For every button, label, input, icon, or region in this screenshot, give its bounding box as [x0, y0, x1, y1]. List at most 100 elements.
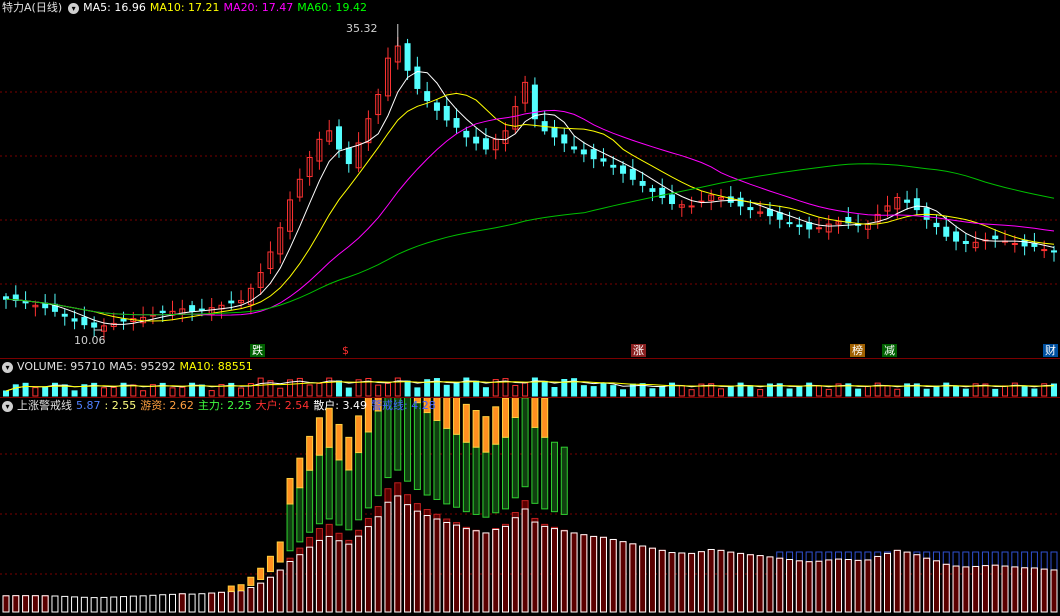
candle[interactable] [678, 200, 685, 217]
candle[interactable] [336, 119, 343, 158]
candle[interactable] [512, 95, 519, 134]
candle[interactable] [953, 225, 960, 251]
indicator-bar [903, 551, 911, 613]
candle[interactable] [443, 96, 450, 127]
candle[interactable] [913, 188, 920, 216]
candle[interactable] [904, 190, 911, 210]
candle[interactable] [561, 128, 568, 153]
youzi-label: 游资: 2.62 [140, 399, 194, 412]
volume-bar [512, 384, 519, 397]
candle[interactable] [365, 110, 372, 151]
candle[interactable] [1021, 234, 1028, 256]
event-marker-jian[interactable]: 减 [882, 344, 897, 357]
candle[interactable] [776, 205, 783, 229]
event-marker-die[interactable]: 跌 [250, 344, 265, 357]
candle[interactable] [277, 222, 284, 264]
candle[interactable] [669, 184, 676, 210]
candle[interactable] [12, 285, 19, 308]
event-marker-dollar[interactable]: $ [340, 344, 351, 357]
candle[interactable] [159, 305, 166, 322]
candle[interactable] [737, 191, 744, 216]
candle[interactable] [531, 77, 538, 128]
candle[interactable] [992, 229, 999, 248]
candle[interactable] [345, 141, 352, 173]
candle[interactable] [218, 301, 225, 319]
volume-bar [179, 386, 186, 397]
volume-bar [473, 380, 480, 397]
candle[interactable] [629, 159, 636, 186]
candle[interactable] [708, 189, 715, 211]
event-marker-bang[interactable]: 榜 [850, 344, 865, 357]
candle[interactable] [473, 128, 480, 151]
candle[interactable] [492, 133, 499, 160]
candle[interactable] [247, 283, 254, 315]
indicator-bar [697, 551, 705, 613]
indicator-bar [913, 551, 921, 613]
candle[interactable] [717, 188, 724, 208]
volume-bar [580, 385, 587, 397]
event-marker-cai[interactable]: 财 [1043, 344, 1058, 357]
candle[interactable] [296, 168, 303, 202]
candle[interactable] [727, 186, 734, 207]
candle[interactable] [639, 171, 646, 193]
candle[interactable] [453, 108, 460, 134]
candle[interactable] [522, 75, 529, 113]
candlestick-chart[interactable] [0, 0, 1060, 358]
volume-bar [933, 385, 940, 397]
zhuli-label: 主力: 2.25 [197, 399, 252, 412]
candle[interactable] [482, 128, 489, 155]
indicator-bar [668, 552, 676, 613]
indicator-bar [266, 555, 274, 613]
candle[interactable] [649, 184, 656, 202]
candle[interactable] [600, 148, 607, 167]
candle[interactable] [326, 119, 333, 145]
indicator-bar [51, 595, 59, 613]
candle[interactable] [384, 47, 391, 102]
candle[interactable] [620, 161, 627, 183]
candle[interactable] [110, 312, 117, 331]
candle[interactable] [874, 204, 881, 229]
candle[interactable] [580, 141, 587, 163]
candle[interactable] [1051, 245, 1057, 262]
candle[interactable] [962, 233, 969, 253]
candle[interactable] [32, 300, 39, 317]
candle[interactable] [355, 132, 362, 173]
volume-bar [825, 388, 832, 397]
event-marker-zhang[interactable]: 涨 [631, 344, 646, 357]
candle[interactable] [140, 306, 147, 328]
volume-bar [443, 384, 450, 397]
candle[interactable] [659, 178, 666, 205]
candle[interactable] [463, 126, 470, 147]
candle[interactable] [1002, 230, 1009, 246]
indicator-bar [658, 549, 666, 613]
candle[interactable] [169, 300, 176, 321]
candle[interactable] [433, 99, 440, 120]
candle[interactable] [688, 196, 695, 214]
indicator-chart[interactable] [0, 398, 1060, 616]
candle[interactable] [502, 122, 509, 152]
candle[interactable] [267, 241, 274, 274]
candle[interactable] [316, 131, 323, 170]
volume-legend: ▾ VOLUME: 95710 MA5: 95292 MA10: 88551 [0, 359, 257, 375]
candle[interactable] [61, 308, 68, 326]
dropdown-icon[interactable]: ▾ [68, 2, 80, 14]
candle[interactable] [698, 190, 705, 208]
candle[interactable] [571, 136, 578, 154]
indicator-bar [188, 593, 196, 613]
dropdown-icon[interactable]: ▾ [2, 361, 13, 373]
candle[interactable] [972, 231, 979, 252]
indicator-bar [737, 552, 745, 613]
candle[interactable] [375, 88, 382, 124]
candle[interactable] [3, 293, 9, 309]
candle[interactable] [414, 56, 421, 95]
candle[interactable] [404, 38, 411, 80]
candle[interactable] [42, 294, 49, 316]
candle[interactable] [551, 119, 558, 146]
indicator-bar [805, 551, 813, 613]
candle[interactable] [786, 211, 793, 228]
candle[interactable] [189, 300, 196, 321]
candle[interactable] [884, 195, 891, 218]
dropdown-icon[interactable]: ▾ [2, 400, 13, 412]
candle[interactable] [257, 263, 264, 295]
candle[interactable] [287, 191, 294, 240]
